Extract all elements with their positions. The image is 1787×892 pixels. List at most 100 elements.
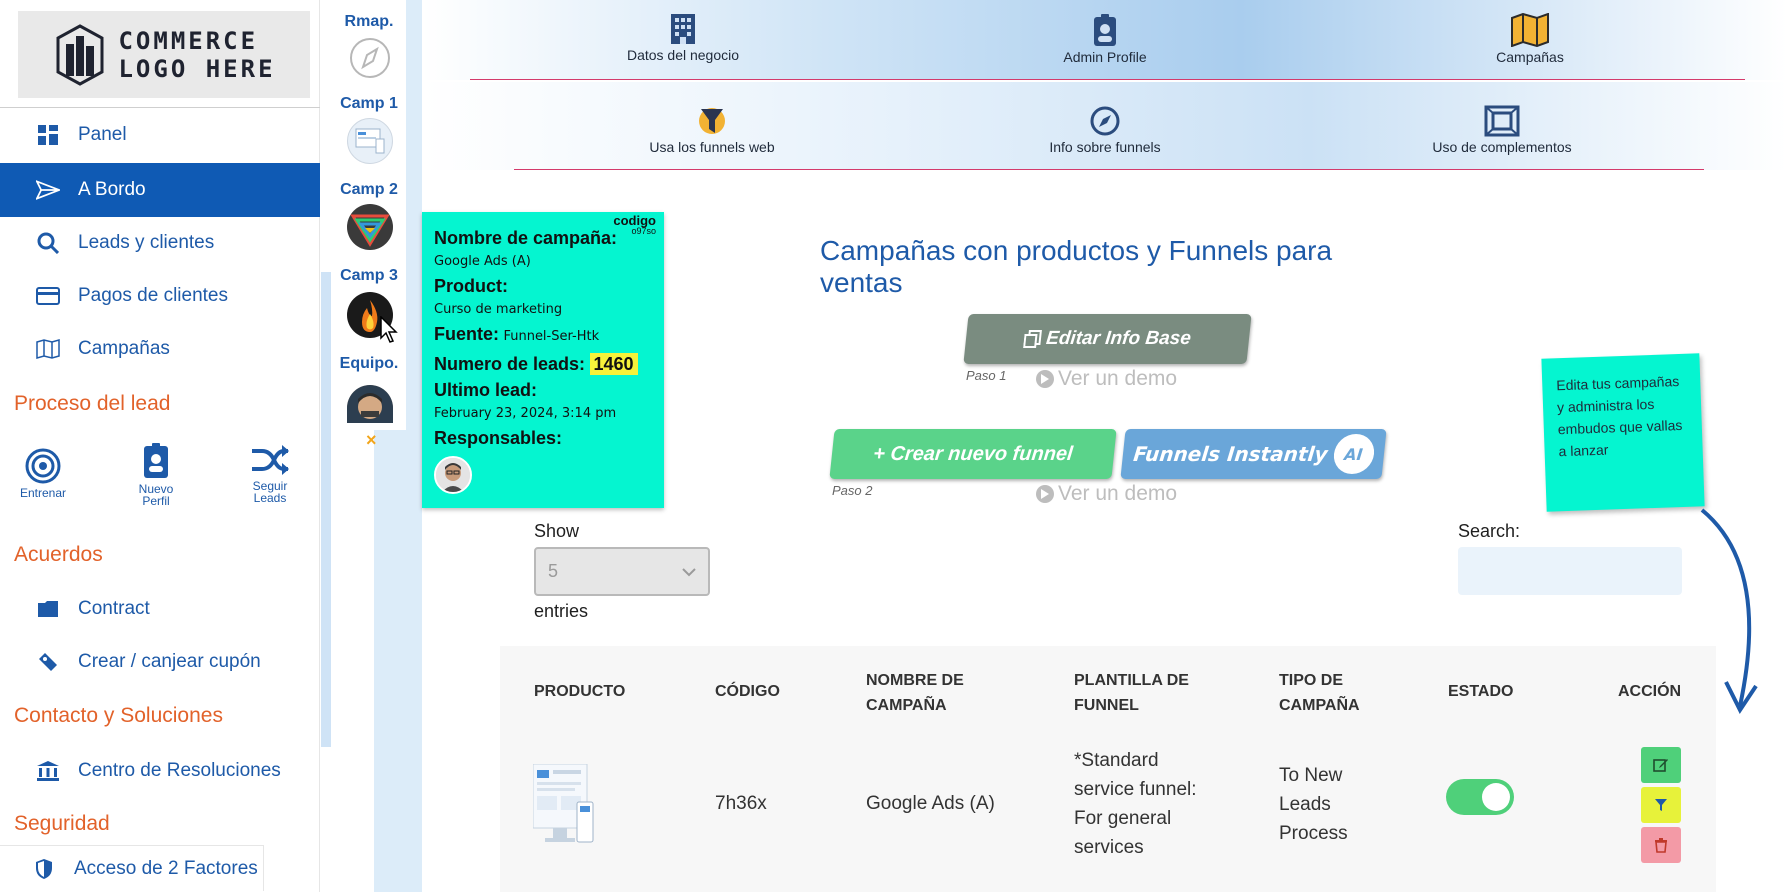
section-title-lead: Proceso del lead [14, 392, 171, 415]
strip-close-icon[interactable]: × [366, 430, 377, 451]
col-header-codigo[interactable]: CÓDIGO [715, 679, 780, 704]
tab-complementos[interactable]: Uso de complementos [1382, 105, 1622, 155]
sidebar-item-label: Campañas [78, 338, 170, 359]
card-leads-label: Numero de leads: [434, 354, 586, 374]
campaign-strip: Rmap. Camp 1 Camp 2 Camp 3 Equipo. × [332, 0, 422, 892]
tab-campanas[interactable]: Campañas [1410, 13, 1650, 65]
strip-label-equipo[interactable]: Equipo. [332, 355, 406, 373]
compass-icon[interactable] [347, 35, 393, 81]
cell-codigo: 7h36x [715, 793, 767, 814]
col-header-nombre[interactable]: NOMBRE DE CAMPAÑA [866, 668, 964, 718]
create-funnel-button[interactable]: + Crear nuevo funnel [829, 429, 1117, 479]
card-source-label: Fuente: [434, 324, 499, 344]
sidebar-item-label: Leads y clientes [78, 232, 215, 253]
card-name-value: Google Ads (A) [434, 254, 531, 269]
page-title: Campañas con productos y Funnels para ve… [820, 235, 1333, 298]
strip-scrollbar[interactable] [408, 0, 420, 430]
resize-frame-icon [1484, 105, 1520, 137]
sidebar-item-label: Pagos de clientes [78, 285, 228, 306]
copy-icon [1023, 330, 1043, 348]
sidebar-scrollbar[interactable] [321, 272, 331, 747]
strip-label-camp-2[interactable]: Camp 2 [332, 181, 406, 199]
sidebar-item-label: A Bordo [78, 179, 146, 200]
col-header-tipo[interactable]: TIPO DE CAMPAÑA [1279, 668, 1360, 718]
funnel-filter-button[interactable] [1641, 787, 1681, 823]
sidebar-item-contract[interactable]: Contract [0, 582, 320, 636]
funnels-instantly-button[interactable]: Funnels Instantly AI [1120, 429, 1387, 479]
col-header-accion: ACCIÓN [1618, 683, 1682, 700]
card-last-lead-value: February 23, 2024, 3:14 pm [434, 406, 617, 421]
divider [514, 169, 1704, 170]
sidebar: COMMERCE LOGO HERE Panel A Bordo Leads y… [0, 0, 320, 892]
mouse-cursor-icon [380, 316, 398, 343]
target-icon [25, 448, 61, 484]
sidebar-item-label: Acceso de 2 Factores [74, 857, 258, 879]
col-header-producto[interactable]: PRODUCTO [534, 679, 625, 704]
col-header-plantilla[interactable]: PLANTILLA DE FUNNEL [1074, 668, 1189, 718]
campaign-code: codigo o97so [613, 213, 656, 236]
camp-2-thumbnail[interactable] [347, 204, 393, 250]
strip-label-rmap[interactable]: Rmap. [332, 13, 406, 31]
entries-length-select[interactable]: 5 [534, 547, 710, 596]
sidebar-item-label: Contract [78, 598, 150, 619]
cell-plantilla: *Standard service funnel: For general se… [1074, 750, 1197, 858]
edit-button[interactable] [1641, 747, 1681, 783]
paper-plane-icon [36, 178, 60, 202]
tab-info-funnels[interactable]: Info sobre funnels [985, 105, 1225, 155]
map-icon [36, 337, 60, 361]
folder-icon [36, 597, 60, 621]
card-product-value: Curso de marketing [434, 302, 563, 317]
strip-label-camp-1[interactable]: Camp 1 [332, 95, 406, 113]
help-sticky-note: Edita tus campañas y administra los embu… [1541, 353, 1705, 512]
product-thumbnail[interactable] [533, 764, 595, 846]
edit-base-info-button[interactable]: Editar Info Base [963, 314, 1252, 364]
funnel-icon [699, 108, 725, 134]
search-icon [36, 231, 60, 255]
sidebar-item-resoluciones[interactable]: Centro de Resoluciones [0, 744, 320, 798]
avatar[interactable] [434, 456, 472, 494]
demo-link[interactable]: Ver un demo [1036, 367, 1177, 391]
col-header-estado[interactable]: ESTADO [1448, 679, 1513, 704]
camp-1-thumbnail[interactable] [347, 118, 393, 164]
sidebar-item-a-bordo[interactable]: A Bordo [0, 163, 320, 217]
shortcut-label: Perfil [142, 494, 170, 508]
button-label: + Crear nuevo funnel [872, 442, 1074, 465]
play-circle-icon [1036, 485, 1054, 504]
top-nav-secondary: Usa los funnels web Info sobre funnels U… [422, 82, 1787, 170]
sidebar-item-leads[interactable]: Leads y clientes [0, 216, 320, 270]
select-value: 5 [548, 561, 559, 581]
sidebar-item-pagos[interactable]: Pagos de clientes [0, 269, 320, 323]
delete-button[interactable] [1641, 827, 1681, 863]
shortcut-entrenar[interactable]: Entrenar [3, 448, 83, 499]
card-leads-count: 1460 [589, 353, 638, 375]
shield-icon [32, 857, 56, 881]
step-label: Paso 2 [832, 483, 873, 498]
strip-label-camp-3[interactable]: Camp 3 [332, 267, 406, 285]
campaigns-table: PRODUCTO CÓDIGO NOMBRE DE CAMPAÑA PLANTI… [500, 646, 1716, 892]
shortcut-nuevo-perfil[interactable]: Nuevo Perfil [116, 442, 196, 507]
tab-usa-funnels[interactable]: Usa los funnels web [592, 105, 832, 155]
logo-line-2: LOGO HERE [118, 54, 276, 83]
sidebar-item-campanas[interactable]: Campañas [0, 322, 320, 376]
demo-link[interactable]: Ver un demo [1036, 482, 1177, 506]
ticket-icon [36, 650, 60, 674]
campaign-info-card: codigo o97so Nombre de campaña: Google A… [422, 212, 664, 508]
shortcut-seguir-leads[interactable]: Seguir Leads [230, 443, 310, 504]
sidebar-item-panel[interactable]: Panel [0, 108, 320, 162]
tab-label: Datos del negocio [626, 47, 740, 63]
brand-logo[interactable]: COMMERCE LOGO HERE [18, 11, 310, 98]
compass-icon [1090, 106, 1120, 136]
sidebar-item-2fa[interactable]: Acceso de 2 Factores [0, 845, 264, 891]
credit-card-icon [36, 284, 60, 308]
sidebar-item-label: Centro de Resoluciones [78, 760, 281, 781]
tab-admin-profile[interactable]: Admin Profile [985, 13, 1225, 65]
sidebar-item-cupon[interactable]: Crear / canjear cupón [0, 635, 320, 689]
team-avatar[interactable] [347, 385, 393, 423]
card-last-lead-label: Ultimo lead: [434, 380, 538, 400]
card-product-label: Product: [434, 276, 508, 296]
status-toggle[interactable] [1446, 779, 1514, 815]
card-source-value: Funnel-Ser-Htk [503, 329, 600, 344]
tab-datos-negocio[interactable]: Datos del negocio [563, 13, 803, 63]
search-input[interactable] [1458, 547, 1682, 595]
cell-nombre: Google Ads (A) [866, 793, 995, 814]
